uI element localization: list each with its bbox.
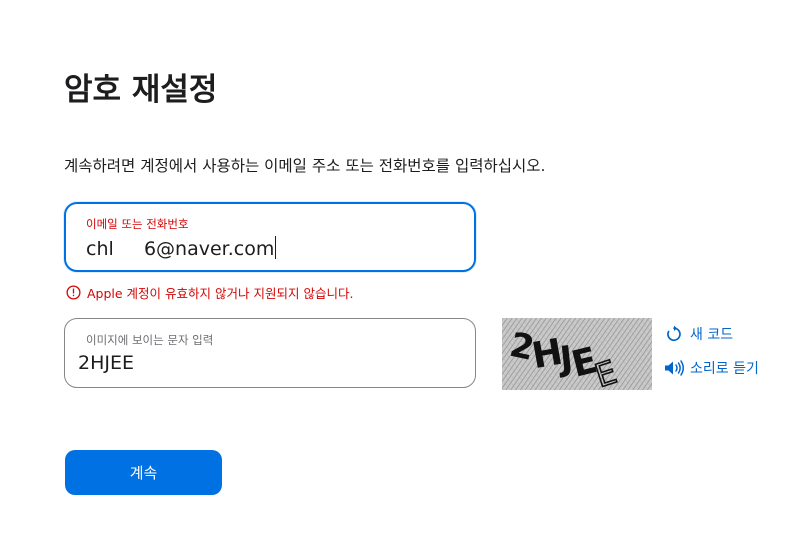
listen-audio-label: 소리로 듣기: [690, 361, 759, 377]
page-title: 암호 재설정: [64, 72, 218, 108]
captcha-image: 2 H J E E: [502, 318, 652, 390]
captcha-input-field[interactable]: 이미지에 보이는 문자 입력 2HJEE: [64, 318, 476, 388]
email-field-label: 이메일 또는 전화번호: [86, 217, 189, 231]
new-code-label: 새 코드: [690, 327, 734, 343]
error-message: Apple 계정이 유효하지 않거나 지원되지 않습니다.: [66, 283, 353, 301]
error-text: Apple 계정이 유효하지 않거나 지원되지 않습니다.: [87, 285, 354, 301]
new-code-button[interactable]: 새 코드: [662, 322, 759, 346]
reset-password-page: 암호 재설정 계속하려면 계정에서 사용하는 이메일 주소 또는 전화번호를 입…: [0, 0, 791, 560]
text-caret: [275, 236, 277, 259]
email-field-value[interactable]: chl 6@naver.com: [86, 236, 277, 260]
listen-audio-button[interactable]: 소리로 듣기: [662, 356, 759, 380]
captcha-field-label: 이미지에 보이는 문자 입력: [86, 333, 214, 347]
email-field[interactable]: 이메일 또는 전화번호 chl 6@naver.com: [64, 202, 476, 272]
email-field-text: chl 6@naver.com: [86, 238, 275, 260]
continue-button[interactable]: 계속: [65, 450, 222, 495]
error-circle-icon: [66, 284, 81, 300]
refresh-icon: [662, 325, 686, 343]
instructions-text: 계속하려면 계정에서 사용하는 이메일 주소 또는 전화번호를 입력하십시오.: [64, 157, 546, 175]
captcha-field-value[interactable]: 2HJEE: [78, 352, 134, 374]
speaker-icon: [662, 359, 686, 377]
captcha-actions: 새 코드 소리로 듣기: [662, 322, 759, 390]
